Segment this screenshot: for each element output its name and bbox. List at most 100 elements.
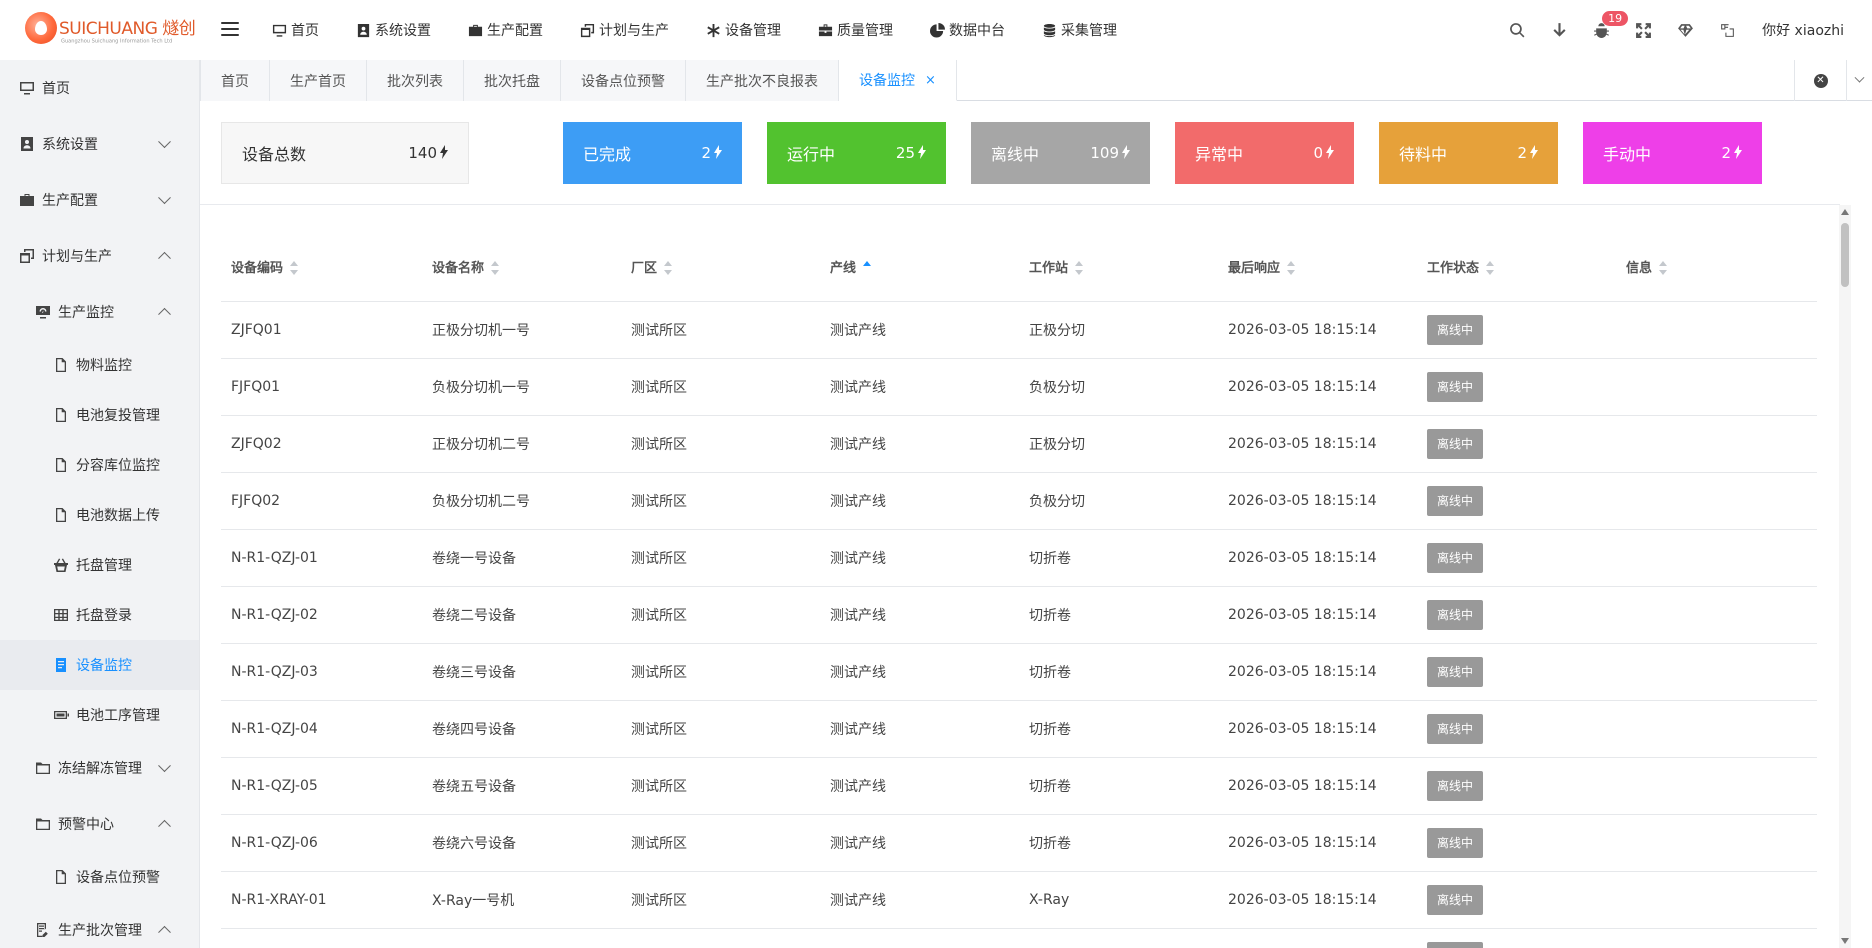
topnav-item-4[interactable]: 设备管理 [706,0,781,60]
sidebar-item-0[interactable]: 首页 [0,60,199,116]
download-arrow-icon[interactable] [1538,0,1580,60]
tab-6[interactable]: 设备监控 × [839,60,957,101]
column-header-0[interactable]: 设备编码 [221,205,422,302]
table-cell [1616,586,1817,644]
sidebar-item-6[interactable]: 电池复投管理 [0,390,199,440]
status-card-0[interactable]: 已完成 2 [563,122,742,184]
status-card-label: 离线中 [991,145,1040,164]
table-row[interactable]: FJFQ01 负极分切机一号 测试所区 测试产线 负极分切 2026-03-05 18:1… [221,358,1817,416]
sort-icon[interactable] [1658,261,1668,276]
sidebar-item-12[interactable]: 电池工序管理 [0,690,199,740]
column-header-1[interactable]: 设备名称 [422,205,621,302]
sidebar-item-13[interactable]: 冻结解冻管理 [0,740,199,796]
tab-1[interactable]: 生产首页 [270,60,367,101]
sidebar: 首页 系统设置 生产配置 计划与生产 生产监控 物料监控 电池复投管理 分容库位监控电池数据上… [0,60,200,948]
sort-icon[interactable] [1074,261,1084,276]
table-cell: 卷绕一号设备 [422,529,621,587]
topnav-item-0[interactable]: 首页 [272,0,319,60]
table-row[interactable]: N-R1-QZJ-06 卷绕六号设备 测试所区 测试产线 切折卷 2026-03-05 1… [221,814,1817,872]
tab-4[interactable]: 设备点位预警 [561,60,686,101]
language-icon[interactable] [1706,0,1748,60]
sort-icon[interactable] [862,261,872,275]
status-card-4[interactable]: 待料中 2 [1379,122,1558,184]
status-card-value-wrap: 109 [1090,144,1130,162]
main-content: 设备总数 140 已完成 2 运行中 25 离线中 109 异常中 0 待料中 2 手动中… [200,101,1872,948]
column-header-4[interactable]: 工作站 [1019,205,1218,302]
bug-notification-icon[interactable]: 19 [1580,0,1629,60]
sidebar-item-8[interactable]: 电池数据上传 [0,490,199,540]
close-all-tabs-button[interactable]: ✕ [1794,60,1846,101]
bolt-icon [918,145,926,159]
topnav-item-7[interactable]: 采集管理 [1042,0,1117,60]
table-row[interactable]: FJFQ02 负极分切机二号 测试所区 测试产线 负极分切 2026-03-05 18:1… [221,472,1817,530]
status-card-5[interactable]: 手动中 2 [1583,122,1762,184]
topnav-item-1[interactable]: 系统设置 [356,0,431,60]
table-scrollbar[interactable] [1839,205,1851,948]
sidebar-item-16[interactable]: 生产批次管理 [0,902,199,948]
sort-icon[interactable] [1485,261,1495,276]
user-greeting[interactable]: 你好 xiaozhi [1748,20,1872,40]
table-row[interactable]: N-R1-BJRK-01包胶入壳一号机测试所区测试产线包胶入壳2026-03-0… [221,928,1817,948]
table-row[interactable]: ZJFQ01 正极分切机一号 测试所区 测试产线 正极分切 2026-03-05 18:1… [221,301,1817,359]
close-tab-icon[interactable]: × [925,73,936,88]
sidebar-item-15[interactable]: 设备点位预警 [0,852,199,902]
table-row[interactable]: N-R1-QZJ-04 卷绕四号设备 测试所区 测试产线 切折卷 2026-03-05 1… [221,700,1817,758]
tab-0[interactable]: 首页 [200,60,270,101]
scroll-up-arrow-icon[interactable] [1841,209,1849,215]
topnav-item-label: 质量管理 [837,23,893,39]
column-header-2[interactable]: 厂区 [621,205,820,302]
sort-icon[interactable] [490,261,500,276]
column-header-6[interactable]: 工作状态 [1417,205,1616,302]
sidebar-item-5[interactable]: 物料监控 [0,340,199,390]
table-row[interactable]: N-R1-QZJ-03 卷绕三号设备 测试所区 测试产线 切折卷 2026-03-05 1… [221,643,1817,701]
table-cell: 切折卷 [1019,586,1218,644]
status-card-3[interactable]: 异常中 0 [1175,122,1354,184]
topnav-item-6[interactable]: 数据中台 [930,0,1005,60]
column-header-3[interactable]: 产线 [820,205,1019,302]
sidebar-item-label: 电池数据上传 [76,508,160,524]
battery-icon [53,707,76,723]
sort-icon[interactable] [663,261,673,276]
sidebar-item-9[interactable]: 托盘管理 [0,540,199,590]
table-cell: 包胶入壳一号机 [422,928,621,948]
tab-3[interactable]: 批次托盘 [464,60,561,101]
table-cell: 测试产线 [820,586,1019,644]
topnav-item-5[interactable]: 质量管理 [818,0,893,60]
sidebar-item-1[interactable]: 系统设置 [0,116,199,172]
topnav-item-2[interactable]: 生产配置 [468,0,543,60]
sidebar-item-14[interactable]: 预警中心 [0,796,199,852]
table-row[interactable]: N-R1-QZJ-02 卷绕二号设备 测试所区 测试产线 切折卷 2026-03-05 1… [221,586,1817,644]
device-table-container[interactable]: 设备编码 设备名称 厂区 产线 工作站 最后响应 工作状态 信息 ZJFQ01 正极分切机一号测… [221,205,1817,948]
sort-icon[interactable] [289,261,299,276]
status-badge: 离线中 [1427,941,1484,948]
status-card-2[interactable]: 离线中 109 [971,122,1150,184]
tab-2[interactable]: 批次列表 [367,60,464,101]
topnav-item-3[interactable]: 计划与生产 [580,0,669,60]
brand-logo[interactable]: SUICHUANG 燧创 Guangzhou Suichuang Informa… [25,10,196,46]
table-row[interactable]: N-R1-QZJ-01 卷绕一号设备 测试所区 测试产线 切折卷 2026-03-05 1… [221,529,1817,587]
table-row[interactable]: N-R1-XRAY-01 X-Ray一号机 测试所区 测试产线 X-Ray 2026-03… [221,871,1817,929]
tab-5[interactable]: 生产批次不良报表 [686,60,839,101]
column-header-7[interactable]: 信息 [1616,205,1817,302]
status-card-1[interactable]: 运行中 25 [767,122,946,184]
table-row[interactable]: ZJFQ02 正极分切机二号 测试所区 测试产线 正极分切 2026-03-05 18:1… [221,415,1817,473]
column-header-label: 设备名称 [432,261,485,277]
diamond-icon[interactable] [1664,0,1706,60]
column-header-5[interactable]: 最后响应 [1218,205,1417,302]
scrollbar-thumb[interactable] [1841,223,1849,287]
fullscreen-icon[interactable] [1622,0,1664,60]
column-header-label: 信息 [1626,261,1653,277]
sidebar-item-11[interactable]: 设备监控 [0,640,199,690]
bolt-icon [714,145,722,159]
sidebar-item-2[interactable]: 生产配置 [0,172,199,228]
menu-toggle-icon[interactable] [221,22,239,36]
scroll-down-arrow-icon[interactable] [1841,938,1849,944]
tab-menu-button[interactable] [1846,60,1872,101]
search-icon[interactable] [1496,0,1538,60]
sidebar-item-7[interactable]: 分容库位监控 [0,440,199,490]
sort-icon[interactable] [1286,261,1296,276]
table-row[interactable]: N-R1-QZJ-05 卷绕五号设备 测试所区 测试产线 切折卷 2026-03-05 1… [221,757,1817,815]
sidebar-item-4[interactable]: 生产监控 [0,284,199,340]
sidebar-item-3[interactable]: 计划与生产 [0,228,199,284]
sidebar-item-10[interactable]: 托盘登录 [0,590,199,640]
